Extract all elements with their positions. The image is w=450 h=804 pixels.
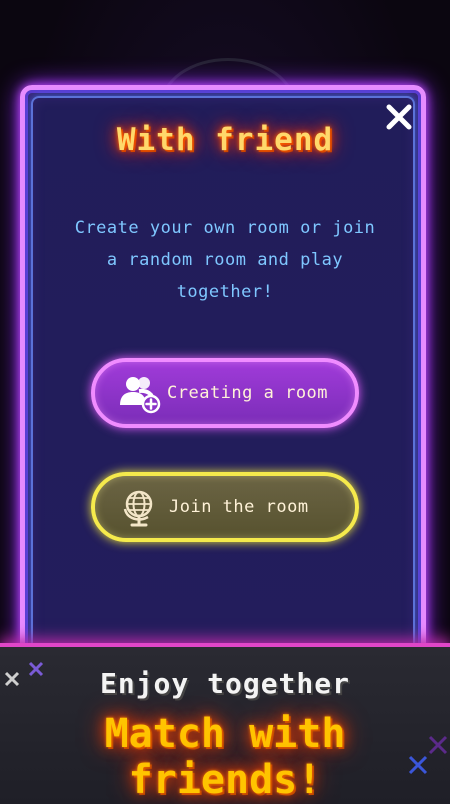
promo-banner: Enjoy together Match with friends!	[0, 643, 450, 804]
add-user-icon	[120, 377, 161, 414]
create-room-label: Creating a room	[167, 383, 329, 403]
banner-subtitle: Enjoy together	[99, 667, 350, 700]
dialog-description: Create your own room or join a random ro…	[74, 218, 376, 302]
join-room-label: Join the room	[169, 497, 309, 517]
banner-headline: Match with friends!	[104, 711, 346, 803]
close-icon	[386, 104, 412, 130]
globe-icon	[123, 490, 153, 527]
dialog-title: With friend	[116, 122, 334, 158]
create-room-button[interactable]: Creating a room	[91, 358, 359, 428]
close-button[interactable]	[384, 102, 414, 132]
join-room-button[interactable]: Join the room	[91, 472, 359, 542]
